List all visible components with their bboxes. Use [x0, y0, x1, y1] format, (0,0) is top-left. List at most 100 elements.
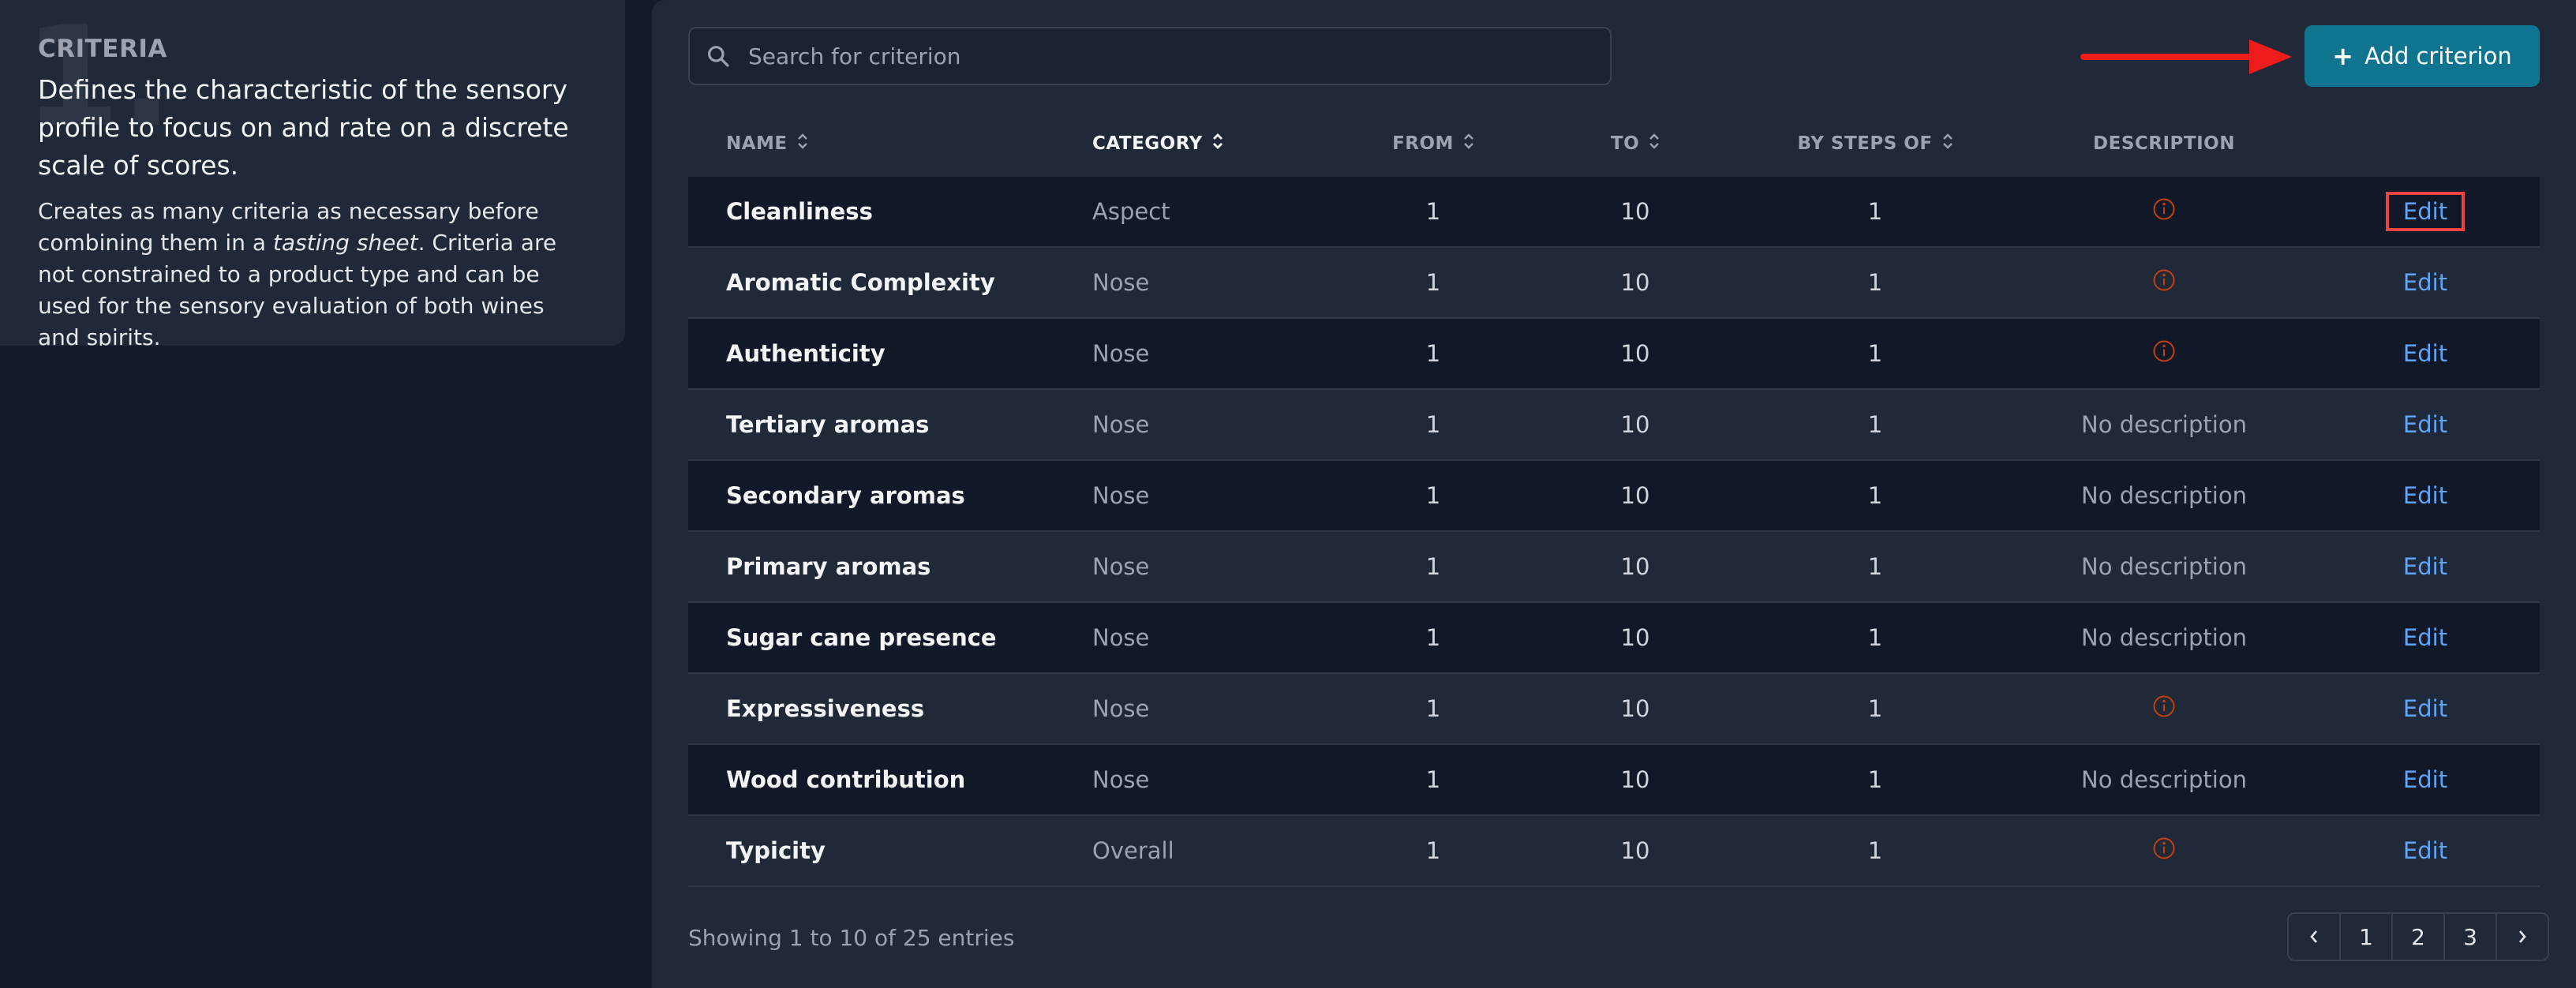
cell-actions: Edit: [2311, 760, 2540, 799]
sort-icon: [797, 132, 808, 155]
cell-to: 10: [1620, 411, 1650, 438]
cell-from: 1: [1425, 411, 1441, 438]
search-box[interactable]: [688, 27, 1612, 85]
cell-description: [2017, 694, 2311, 724]
info-icon[interactable]: [2152, 268, 2176, 298]
info-icon[interactable]: [2152, 197, 2176, 226]
cell-description: [2017, 268, 2311, 298]
cell-from: 1: [1425, 482, 1441, 509]
description-text: No description: [2081, 411, 2247, 438]
cell-description: No description: [2017, 411, 2311, 438]
cell-description: [2017, 836, 2311, 866]
cell-step: 1: [1867, 766, 1883, 793]
edit-link[interactable]: Edit: [2385, 192, 2466, 231]
cell-step: 1: [1867, 695, 1883, 722]
cell-actions: Edit: [2311, 334, 2540, 373]
edit-link[interactable]: Edit: [2386, 263, 2465, 302]
criteria-table: NAME CATEGORY FROM TO BY STEPS OF DESCRI…: [688, 110, 2540, 887]
col-from-label: FROM: [1392, 133, 1454, 154]
table-row: Wood contribution Nose 1 10 1 No description E…: [688, 745, 2540, 816]
cell-name: Aromatic Complexity: [726, 269, 995, 296]
info-icon[interactable]: [2152, 836, 2176, 866]
cell-name: Wood contribution: [726, 766, 966, 793]
col-from[interactable]: FROM: [1329, 132, 1537, 155]
cell-category: Overall: [1092, 837, 1174, 864]
cell-from: 1: [1425, 340, 1441, 367]
description-text: No description: [2081, 766, 2247, 793]
cell-name: Typicity: [726, 837, 826, 864]
sort-icon: [1942, 132, 1953, 155]
cell-step: 1: [1867, 411, 1883, 438]
description-text: No description: [2081, 553, 2247, 580]
page-button-1[interactable]: 1: [2341, 914, 2393, 960]
cell-to: 10: [1620, 624, 1650, 651]
table-header: NAME CATEGORY FROM TO BY STEPS OF DESCRI…: [688, 110, 2540, 177]
cell-description: No description: [2017, 624, 2311, 651]
cell-category: Nose: [1092, 411, 1150, 438]
chevron-right-icon: [2519, 930, 2526, 943]
cell-step: 1: [1867, 482, 1883, 509]
info-icon[interactable]: [2152, 339, 2176, 369]
col-step[interactable]: BY STEPS OF: [1733, 132, 2017, 155]
cell-category: Nose: [1092, 766, 1150, 793]
cell-category: Nose: [1092, 695, 1150, 722]
cell-description: No description: [2017, 553, 2311, 580]
cell-actions: Edit: [2311, 618, 2540, 657]
cell-to: 10: [1620, 553, 1650, 580]
col-step-label: BY STEPS OF: [1797, 133, 1933, 154]
col-to-label: TO: [1610, 133, 1640, 154]
plus-icon: +: [2332, 41, 2354, 71]
search-input[interactable]: [747, 42, 1610, 70]
table-row: Secondary aromas Nose 1 10 1 No description Ed…: [688, 461, 2540, 532]
cell-category: Nose: [1092, 482, 1150, 509]
cell-category: Nose: [1092, 269, 1150, 296]
cell-actions: Edit: [2311, 405, 2540, 444]
cell-description: [2017, 339, 2311, 369]
col-category-label: CATEGORY: [1092, 133, 1203, 154]
description-text: No description: [2081, 624, 2247, 651]
col-category[interactable]: CATEGORY: [1092, 132, 1329, 155]
info-icon[interactable]: [2152, 694, 2176, 724]
cell-step: 1: [1867, 837, 1883, 864]
cell-step: 1: [1867, 198, 1883, 225]
edit-link[interactable]: Edit: [2386, 476, 2465, 515]
cell-step: 1: [1867, 269, 1883, 296]
cell-name: Cleanliness: [726, 198, 873, 225]
cell-to: 10: [1620, 766, 1650, 793]
sort-icon: [1212, 132, 1223, 155]
cell-description: No description: [2017, 766, 2311, 793]
page-button-3[interactable]: 3: [2445, 914, 2497, 960]
col-to[interactable]: TO: [1537, 132, 1733, 155]
table-row: Typicity Overall 1 10 1 Edit: [688, 816, 2540, 887]
cell-category: Aspect: [1092, 198, 1170, 225]
add-criterion-button[interactable]: + Add criterion: [2305, 25, 2540, 87]
edit-link[interactable]: Edit: [2386, 547, 2465, 586]
search-icon: [690, 43, 747, 69]
cell-from: 1: [1425, 695, 1441, 722]
cell-from: 1: [1425, 624, 1441, 651]
cell-actions: Edit: [2311, 263, 2540, 302]
cell-name: Sugar cane presence: [726, 624, 997, 651]
col-name-label: NAME: [726, 133, 788, 154]
page-button-2[interactable]: 2: [2393, 914, 2445, 960]
cell-name: Primary aromas: [726, 553, 931, 580]
next-page-button[interactable]: [2497, 914, 2548, 960]
edit-link[interactable]: Edit: [2386, 689, 2465, 728]
edit-link[interactable]: Edit: [2386, 760, 2465, 799]
table-row: Tertiary aromas Nose 1 10 1 No description Edi…: [688, 390, 2540, 461]
chevron-left-icon: [2310, 930, 2317, 943]
edit-link[interactable]: Edit: [2386, 831, 2465, 870]
col-name[interactable]: NAME: [688, 132, 1092, 155]
main-panel: + Add criterion NAME CATEGORY FROM TO BY…: [652, 0, 2576, 988]
cell-from: 1: [1425, 553, 1441, 580]
cell-name: Secondary aromas: [726, 482, 965, 509]
cell-step: 1: [1867, 553, 1883, 580]
table-row: Primary aromas Nose 1 10 1 No description Edit: [688, 532, 2540, 603]
cell-actions: Edit: [2311, 689, 2540, 728]
table-row: Aromatic Complexity Nose 1 10 1 Edit: [688, 248, 2540, 319]
edit-link[interactable]: Edit: [2386, 334, 2465, 373]
prev-page-button[interactable]: [2289, 914, 2341, 960]
edit-link[interactable]: Edit: [2386, 618, 2465, 657]
cell-to: 10: [1620, 837, 1650, 864]
edit-link[interactable]: Edit: [2386, 405, 2465, 444]
